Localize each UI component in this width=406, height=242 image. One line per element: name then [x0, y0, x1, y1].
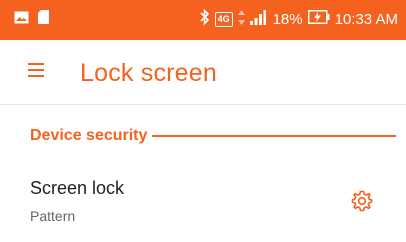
signal-icon [249, 9, 266, 29]
app-toolbar: Lock screen [0, 40, 406, 105]
battery-percent: 18% [272, 10, 303, 28]
setting-summary: Pattern [30, 208, 76, 224]
setting-title: Screen lock [30, 178, 125, 198]
status-indicators: 4G 18% 10:33 AM [199, 8, 398, 29]
bluetooth-icon [199, 8, 210, 29]
screen-lock-setting[interactable]: Screen lock Pattern [0, 166, 406, 236]
page-title: Lock screen [80, 59, 217, 87]
hamburger-menu-icon[interactable] [28, 62, 48, 83]
section-divider [152, 135, 396, 137]
lte-icon: 4G [214, 11, 233, 27]
photo-notification-icon [14, 11, 29, 29]
gear-icon[interactable] [350, 189, 374, 218]
device-security-section-header: Device security [30, 126, 396, 146]
section-title: Device security [30, 127, 148, 144]
data-arrows-icon [237, 9, 245, 29]
status-bar: 4G 18% 10:33 AM [0, 0, 406, 40]
battery-charging-icon [307, 10, 330, 28]
clock: 10:33 AM [334, 10, 398, 28]
notification-icons [14, 10, 49, 29]
sd-card-icon [38, 10, 49, 29]
